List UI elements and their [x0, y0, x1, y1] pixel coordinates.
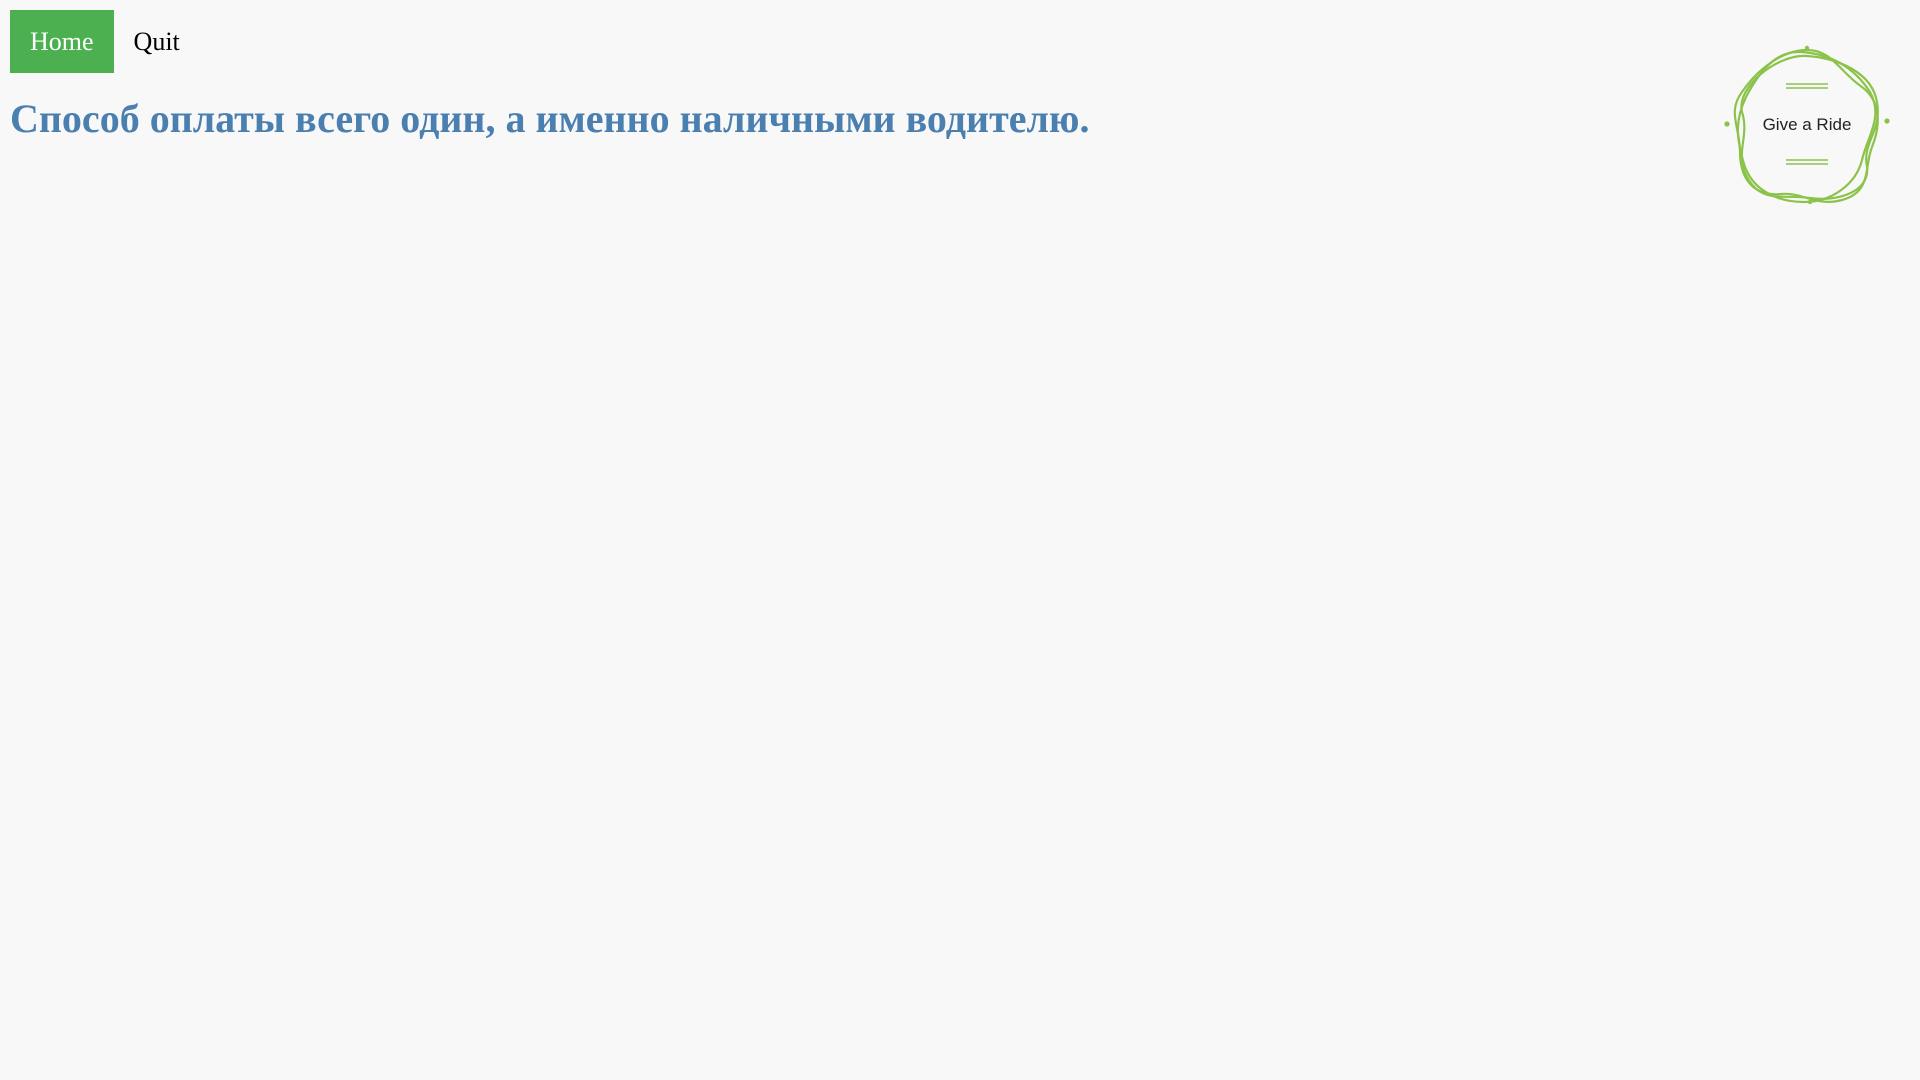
page: Home Quit Способ оплаты всего один, а им… [0, 0, 1920, 1080]
logo-text: Give a Ride [1763, 115, 1852, 134]
nav-home-link[interactable]: Home [10, 10, 114, 73]
give-a-ride-logo: Give a Ride [1722, 42, 1892, 208]
nav-quit-link[interactable]: Quit [114, 10, 200, 73]
top-nav: Home Quit [10, 10, 200, 73]
page-headline: Способ оплаты всего один, а именно налич… [10, 96, 1090, 141]
logo-emblem-icon: Give a Ride [1724, 45, 1890, 205]
